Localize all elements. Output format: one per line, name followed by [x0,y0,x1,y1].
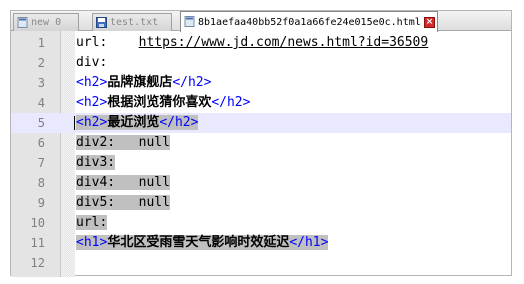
document-icon [17,17,28,28]
line-text: <h2>品牌旗舰店</h2> [76,73,211,93]
heading-text: 最近浏览 [107,115,160,130]
editor-window: new 0 test.txt 8b1aefaa40bb52f0a1a66fe24… [10,10,512,277]
heading-text: 华北区受雨雪天气影响时效延迟 [107,235,290,250]
code-line: 2 div: [11,53,511,73]
line-number: 12 [30,256,45,270]
selected-text: url: [76,215,108,230]
code-editor[interactable]: 1 url: https://www.jd.com/news.html?id=3… [11,31,511,277]
line-number: 7 [37,156,45,170]
url-link: https://www.jd.com/news.html?id=36509 [138,35,429,50]
heading-text: 品牌旗舰店 [107,75,173,90]
line-number: 10 [30,216,45,230]
code-line: 8 div4: null [11,173,511,193]
code-line: 11 <h1>华北区受雨雪天气影响时效延迟</h1> [11,233,511,253]
selected-text: div5: null [76,195,170,210]
close-tab-icon[interactable]: × [424,17,435,28]
line-text: div: [76,55,108,70]
tab-bar: new 0 test.txt 8b1aefaa40bb52f0a1a66fe24… [11,11,511,32]
tab-test-txt[interactable]: test.txt [92,13,172,31]
open-tag: <h2> [76,95,108,110]
code-line: 12 [11,253,511,273]
heading-text: 根据浏览猜你喜欢 [107,95,212,110]
open-tag: <h2> [76,75,108,90]
tab-label: test.txt [110,17,159,28]
code-line: 1 url: https://www.jd.com/news.html?id=3… [11,33,511,53]
line-text: <h2>根据浏览猜你喜欢</h2> [76,93,250,113]
url-key: url: [76,35,139,50]
line-text: div5: null [76,193,170,213]
selected-text: <h1>华北区受雨雪天气影响时效延迟</h1> [76,235,329,250]
line-text: <h2>最近浏览</h2> [76,113,199,133]
tab-html-file[interactable]: 8b1aefaa40bb52f0a1a66fe24e015e0c.html × [180,11,438,32]
code-line: 6 div2: null [11,133,511,153]
line-number: 11 [30,236,45,250]
selected-text: div3: [76,155,116,170]
line-number: 9 [37,196,45,210]
line-number: 8 [37,176,45,190]
close-tag: </h2> [172,75,212,90]
line-number: 3 [37,76,45,90]
tab-label: new 0 [31,17,62,28]
code-line-current: 5 <h2>最近浏览</h2> [11,113,511,133]
line-number: 2 [37,56,45,70]
close-tag: </h1> [289,235,329,250]
line-number: 6 [37,136,45,150]
open-tag: <h1> [76,235,108,250]
code-line: 3 <h2>品牌旗舰店</h2> [11,73,511,93]
tab-new-0[interactable]: new 0 [13,13,79,31]
line-text: div3: [76,153,116,173]
line-number: 4 [37,96,45,110]
open-tag: <h2> [76,115,108,130]
document-icon [184,16,195,27]
line-number: 1 [37,36,45,50]
code-line: 9 div5: null [11,193,511,213]
selected-text: div4: null [76,175,170,190]
text-caret [74,116,75,130]
line-text: url: [76,213,108,233]
code-line: 4 <h2>根据浏览猜你喜欢</h2> [11,93,511,113]
selected-text: div2: null [76,135,170,150]
tab-label: 8b1aefaa40bb52f0a1a66fe24e015e0c.html [198,17,421,28]
code-line: 10 url: [11,213,511,233]
close-tag: </h2> [211,95,251,110]
line-number: 5 [37,116,45,130]
line-text: div4: null [76,173,170,193]
code-line: 7 div3: [11,153,511,173]
line-text: url: https://www.jd.com/news.html?id=365… [76,33,428,53]
selected-text: <h2>最近浏览</h2> [76,115,199,130]
save-document-icon [96,17,107,28]
close-tag: </h2> [159,115,199,130]
line-text: <h1>华北区受雨雪天气影响时效延迟</h1> [76,233,329,253]
line-text: div2: null [76,133,170,153]
